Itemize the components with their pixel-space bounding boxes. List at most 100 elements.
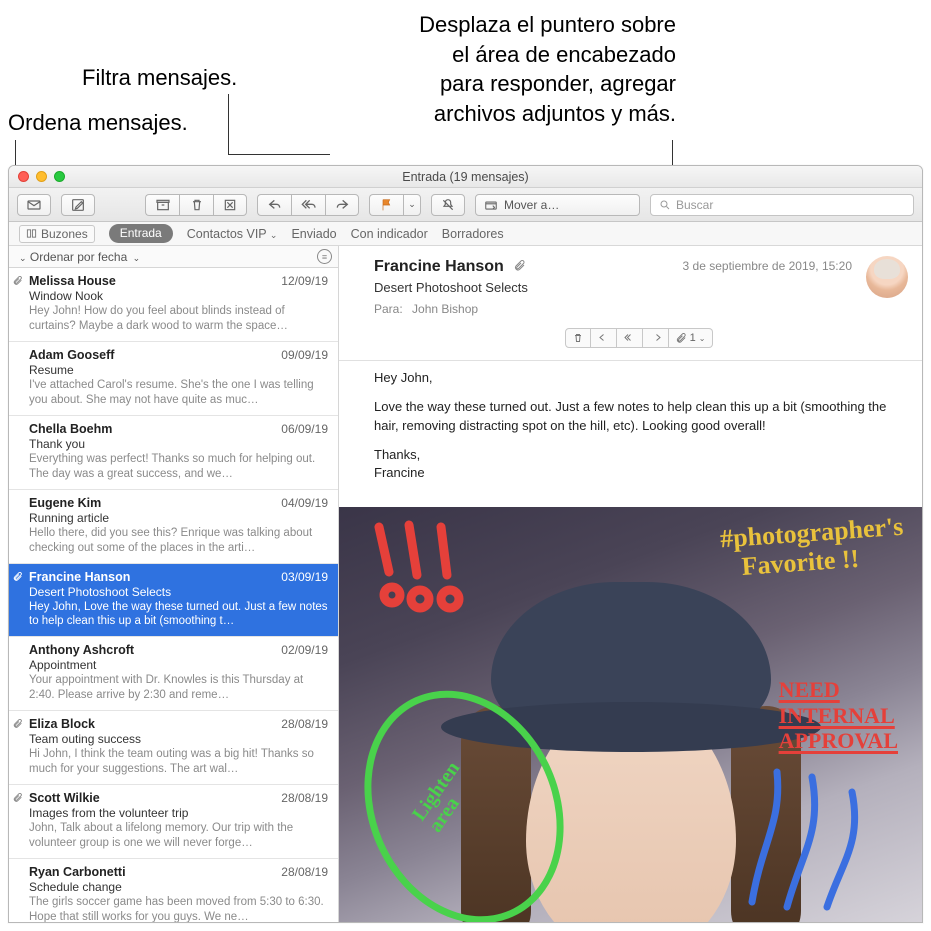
message-preview: John, Talk about a lifelong memory. Our … [29,821,328,851]
reader-date: 3 de septiembre de 2019, 15:20 [683,259,852,273]
attachment-icon [13,572,23,585]
message-sender: Eliza Block [29,717,95,731]
attachment-image[interactable]: #photographer's Favorite !! NEED INTERNA… [339,507,922,922]
favbar-drafts[interactable]: Borradores [442,227,504,241]
favbar-sent[interactable]: Enviado [291,227,336,241]
body-greeting: Hey John, [374,369,902,388]
message-subject: Thank you [29,437,328,451]
filter-button[interactable]: ≡ [317,249,332,264]
sort-bar: ⌄ Ordenar por fecha ⌄ ≡ [9,246,338,268]
message-date: 06/09/19 [281,422,328,436]
reply-all-button[interactable] [291,194,325,216]
message-subject: Desert Photoshoot Selects [29,585,328,599]
message-sender: Francine Hanson [29,570,130,584]
mute-button[interactable] [431,194,465,216]
message-preview: Hey John, Love the way these turned out.… [29,600,328,630]
annotation-exclaim-icon [359,517,499,647]
message-date: 28/08/19 [281,717,328,731]
close-window-button[interactable] [18,171,29,182]
message-row[interactable]: Anthony Ashcroft02/09/19AppointmentYour … [9,637,338,711]
flag-button[interactable] [369,194,403,216]
forward-button[interactable] [325,194,359,216]
message-row[interactable]: Scott Wilkie 28/08/19Images from the volu… [9,785,338,859]
message-date: 09/09/19 [281,348,328,362]
message-row[interactable]: Francine Hanson03/09/19Desert Photoshoot… [9,564,338,638]
reply-button[interactable] [257,194,291,216]
reader-to: Para: John Bishop [374,302,904,316]
message-sender: Adam Gooseff [29,348,114,362]
message-date: 12/09/19 [281,274,328,288]
message-row[interactable]: Eliza Block28/08/19Team outing successHi… [9,711,338,785]
reader-header[interactable]: Francine Hanson Desert Photoshoot Select… [339,246,922,361]
attachment-icon [13,276,23,289]
message-preview: Your appointment with Dr. Knowles is thi… [29,673,328,703]
message-row[interactable]: Chella Boehm06/09/19Thank youEverything … [9,416,338,490]
annotation-favorite: #photographer's Favorite !! [719,513,906,583]
message-subject: Images from the volunteer trip [29,806,328,820]
message-row[interactable]: Melissa House12/09/19Window NookHey John… [9,268,338,342]
reply-group [257,194,359,216]
sort-button[interactable]: ⌄ Ordenar por fecha ⌄ [19,250,140,264]
leader-line [228,94,229,154]
message-list[interactable]: Melissa House 12/09/19Window Nook Hey John… [9,268,338,922]
reader-delete-button[interactable] [565,328,591,348]
message-preview: Everything was perfect! Thanks so much f… [29,452,328,482]
delete-button[interactable] [179,194,213,216]
favbar-vip[interactable]: Contactos VIP ⌄ [187,227,278,241]
message-subject: Window Nook [29,289,328,303]
move-to-dropdown[interactable]: Mover a… [475,194,640,216]
mailboxes-label: Buzones [41,227,88,241]
content-area: ⌄ Ordenar por fecha ⌄ ≡ Melissa House 12/… [9,246,922,922]
message-date: 28/08/19 [281,865,328,879]
message-date: 28/08/19 [281,791,328,805]
attachment-icon [514,259,526,274]
reader-reply-button[interactable] [591,328,617,348]
search-field[interactable]: Buscar [650,194,914,216]
reader-reply-all-button[interactable] [617,328,643,348]
reader-attach-button[interactable]: 1 ⌄ [669,328,713,348]
body-signature: Francine [374,464,902,483]
mailboxes-button[interactable]: Buzones [19,225,95,243]
message-preview: Hi John, I think the team outing was a b… [29,747,328,777]
message-row[interactable]: Eugene Kim04/09/19Running articleHello t… [9,490,338,564]
message-list-pane: ⌄ Ordenar por fecha ⌄ ≡ Melissa House 12/… [9,246,339,922]
callouts-area: Filtra mensajes. Ordena mensajes. Despla… [0,0,931,165]
sort-label: Ordenar por fecha [30,250,127,264]
reader-from: Francine Hanson [374,258,504,275]
callout-header: Desplaza el puntero sobre el área de enc… [419,10,676,129]
minimize-window-button[interactable] [36,171,47,182]
callout-sort: Ordena mensajes. [8,108,188,138]
archive-button[interactable] [145,194,179,216]
message-date: 04/09/19 [281,496,328,510]
leader-line [228,154,330,155]
reader-body: Hey John, Love the way these turned out.… [339,361,922,507]
attachment-icon [13,793,23,806]
sender-avatar[interactable] [866,256,908,298]
favbar-inbox[interactable]: Entrada [109,224,173,243]
flag-group: ⌄ [369,194,421,216]
message-subject: Running article [29,511,328,525]
zoom-window-button[interactable] [54,171,65,182]
reader-subject: Desert Photoshoot Selects [374,280,904,295]
flag-menu-button[interactable]: ⌄ [403,194,421,216]
favbar-flagged[interactable]: Con indicador [351,227,428,241]
photo-hat [491,582,771,742]
message-row[interactable]: Adam Gooseff09/09/19ResumeI've attached … [9,342,338,416]
message-sender: Scott Wilkie [29,791,100,805]
body-main: Love the way these turned out. Just a fe… [374,398,902,436]
message-row[interactable]: Ryan Carbonetti28/08/19Schedule changeTh… [9,859,338,922]
reader-to-name[interactable]: John Bishop [412,302,478,316]
search-placeholder: Buscar [676,198,713,212]
junk-button[interactable] [213,194,247,216]
body-thanks: Thanks, [374,446,902,465]
get-mail-button[interactable] [17,194,51,216]
toolbar: ⌄ Mover a… Buscar [9,188,922,222]
attach-count: 1 [690,332,696,344]
compose-button[interactable] [61,194,95,216]
reader-pane: Francine Hanson Desert Photoshoot Select… [339,246,922,922]
message-sender: Eugene Kim [29,496,101,510]
window-title: Entrada (19 mensajes) [9,170,922,184]
reader-actions: 1 ⌄ [374,324,904,354]
reader-forward-button[interactable] [643,328,669,348]
message-sender: Melissa House [29,274,116,288]
